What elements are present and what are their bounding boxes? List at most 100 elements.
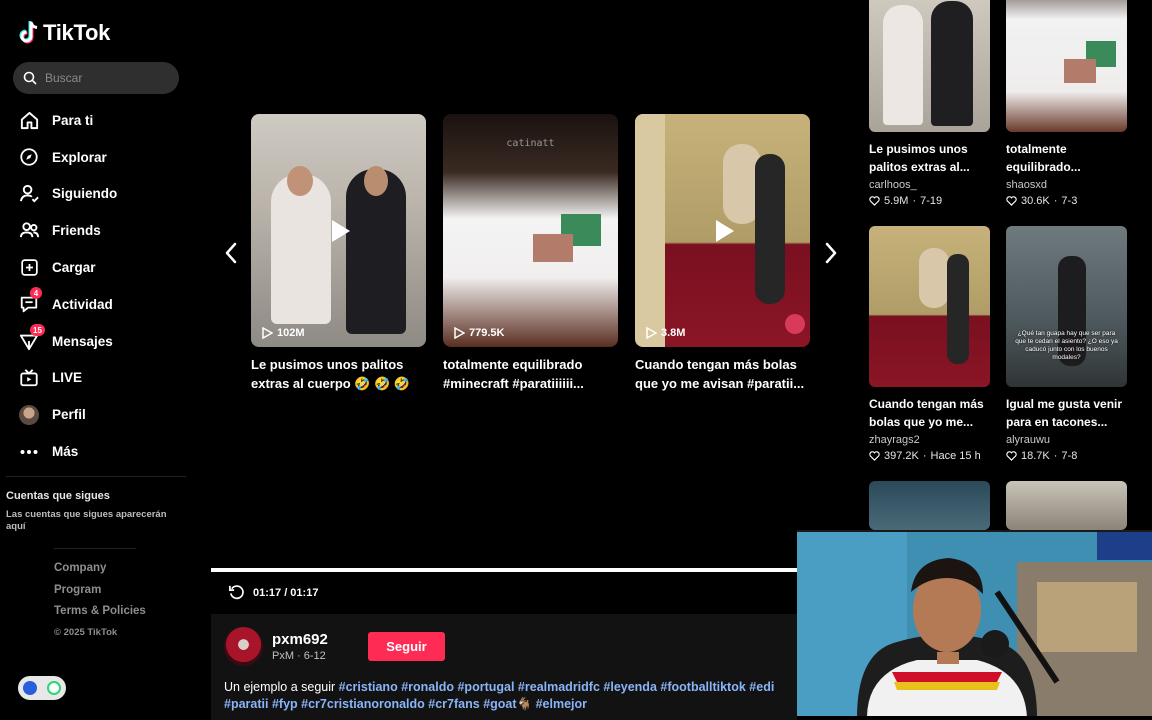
nav-item-siguiendo[interactable]: Siguiendo	[18, 176, 188, 213]
video-thumbnail[interactable]	[1006, 481, 1127, 530]
related-video-card[interactable]: Cuando tengan más bolas que yo me... zha…	[869, 226, 990, 462]
friends-icon	[18, 220, 40, 242]
video-thumbnail[interactable]	[1006, 0, 1127, 132]
time-row: 01:17 / 01:17	[228, 584, 318, 601]
hashtag[interactable]: #elmejor	[536, 697, 587, 711]
nav-item-perfil[interactable]: Perfil	[18, 396, 188, 433]
like-count: 30.6K	[1021, 195, 1050, 207]
compass-icon	[18, 146, 40, 168]
footer-link-program[interactable]: Program	[54, 584, 146, 606]
video-thumbnail[interactable]: 3.8M	[635, 114, 810, 347]
nav-item-friends[interactable]: Friends	[18, 212, 188, 249]
video-caption[interactable]: Igual me gusta venir para en tacones...	[1006, 395, 1127, 431]
hashtag[interactable]: #fyp	[272, 697, 298, 711]
video-caption[interactable]: totalmente equilibrado...	[1006, 140, 1127, 176]
hashtag[interactable]: #edi	[749, 680, 774, 694]
follow-button[interactable]: Seguir	[368, 632, 445, 661]
hashtag[interactable]: #portugal	[457, 680, 514, 694]
activity-icon: 4	[18, 287, 42, 315]
hashtag[interactable]: #leyenda	[603, 680, 657, 694]
view-count-text: 779.5K	[469, 327, 505, 339]
card-caption[interactable]: Cuando tengan más bolas que yo me avisan…	[635, 355, 810, 393]
related-video-card[interactable]: ¿Qué tan guapa hay que ser para que te c…	[1006, 226, 1127, 462]
video-author[interactable]: zhayrags2	[869, 434, 990, 446]
video-thumbnail[interactable]	[869, 0, 990, 132]
video-author[interactable]: alyrauwu	[1006, 434, 1127, 446]
nav-label: LIVE	[52, 370, 83, 386]
hashtag[interactable]: #paratii	[224, 697, 268, 711]
carousel-card[interactable]: 3.8M Cuando tengan más bolas que yo me a…	[635, 114, 810, 393]
author-avatar[interactable]	[224, 627, 263, 666]
nav-item-mas[interactable]: Más	[18, 433, 188, 470]
video-author[interactable]: carlhoos_	[869, 179, 990, 191]
nav-item-actividad[interactable]: 4 Actividad	[18, 286, 188, 323]
separator-dot: ·	[912, 195, 917, 207]
video-thumbnail[interactable]: ¿Qué tan guapa hay que ser para que te c…	[1006, 226, 1127, 387]
video-thumbnail[interactable]: catinatt 779.5K	[443, 114, 618, 347]
video-caption[interactable]: Cuando tengan más bolas que yo me...	[869, 395, 990, 431]
view-count-text: 3.8M	[661, 327, 686, 339]
video-thumbnail[interactable]: 102M	[251, 114, 426, 347]
footer-link-terms[interactable]: Terms & Policies	[54, 605, 146, 627]
hashtag[interactable]: #cr7fans	[428, 697, 479, 711]
thumb-overlay-text: ¿Qué tan guapa hay que ser para que te c…	[1015, 330, 1118, 361]
hashtag[interactable]: #goat🐐	[483, 697, 532, 711]
related-video-card[interactable]: Le pusimos unos palitos extras al... car…	[869, 0, 990, 207]
video-description: Un ejemplo a seguir #cristiano #ronaldo …	[224, 679, 797, 713]
search-icon	[23, 71, 37, 85]
description-text: Un ejemplo a seguir	[224, 680, 336, 694]
author-name[interactable]: pxm692	[272, 631, 328, 648]
webcam-image	[797, 532, 1152, 716]
replay-icon[interactable]	[228, 584, 245, 601]
video-caption[interactable]: Le pusimos unos palitos extras al...	[869, 140, 990, 176]
app-toggle[interactable]	[18, 676, 66, 700]
carousel-next-arrow[interactable]	[821, 240, 841, 266]
nav-label: Actividad	[52, 296, 113, 312]
nav-item-live[interactable]: LIVE	[18, 360, 188, 397]
avatar	[18, 404, 40, 426]
card-caption[interactable]: Le pusimos unos palitos extras al cuerpo…	[251, 355, 426, 393]
notification-badge: 4	[30, 287, 42, 300]
carousel-prev-arrow[interactable]	[221, 240, 241, 266]
related-video-card[interactable]	[869, 481, 990, 530]
view-count: 102M	[261, 327, 305, 339]
search-input[interactable]	[45, 71, 165, 85]
video-thumbnail[interactable]	[869, 226, 990, 387]
power-icon	[47, 681, 61, 695]
nav-item-para-ti[interactable]: Para ti	[18, 102, 188, 139]
video-date: 7-8	[1061, 450, 1078, 462]
video-author[interactable]: shaosxd	[1006, 179, 1127, 191]
hashtag[interactable]: #ronaldo	[401, 680, 454, 694]
tiktok-logo[interactable]: TikTok	[18, 20, 110, 46]
view-count-text: 102M	[277, 327, 305, 339]
related-video-card[interactable]	[1006, 481, 1127, 530]
hashtag[interactable]: #realmadridfc	[518, 680, 600, 694]
video-stats: 18.7K · 7-8	[1006, 450, 1127, 462]
separator-dot: ·	[922, 450, 927, 462]
carousel-card[interactable]: 102M Le pusimos unos palitos extras al c…	[251, 114, 426, 393]
footer-links: Company Program Terms & Policies © 2025 …	[54, 562, 146, 648]
like-count: 397.2K	[884, 450, 919, 462]
play-icon	[331, 219, 350, 242]
sidebar: TikTok Para ti Explorar Siguiendo	[0, 0, 196, 720]
author-subtitle: PxM · 6-12	[272, 650, 326, 662]
messages-icon: 15	[18, 324, 45, 352]
heart-icon	[869, 451, 880, 461]
video-progress-bar[interactable]	[211, 568, 797, 572]
nav-item-cargar[interactable]: Cargar	[18, 249, 188, 286]
hashtag[interactable]: #footballtiktok	[660, 680, 745, 694]
webcam-overlay	[797, 530, 1152, 716]
related-video-card[interactable]: totalmente equilibrado... shaosxd 30.6K …	[1006, 0, 1127, 207]
nav-item-mensajes[interactable]: 15 Mensajes	[18, 323, 188, 360]
carousel-card[interactable]: catinatt 779.5K totalmente equilibrado #…	[443, 114, 618, 393]
hashtag[interactable]: #cr7cristianoronaldo	[301, 697, 425, 711]
like-count: 18.7K	[1021, 450, 1050, 462]
video-date: 7-19	[920, 195, 943, 207]
footer-link-company[interactable]: Company	[54, 562, 146, 584]
app-icon	[23, 681, 37, 695]
video-thumbnail[interactable]	[869, 481, 990, 530]
hashtag[interactable]: #cristiano	[339, 680, 398, 694]
card-caption[interactable]: totalmente equilibrado #minecraft #parat…	[443, 355, 618, 393]
nav-item-explorar[interactable]: Explorar	[18, 139, 188, 176]
search-box[interactable]	[13, 62, 179, 94]
